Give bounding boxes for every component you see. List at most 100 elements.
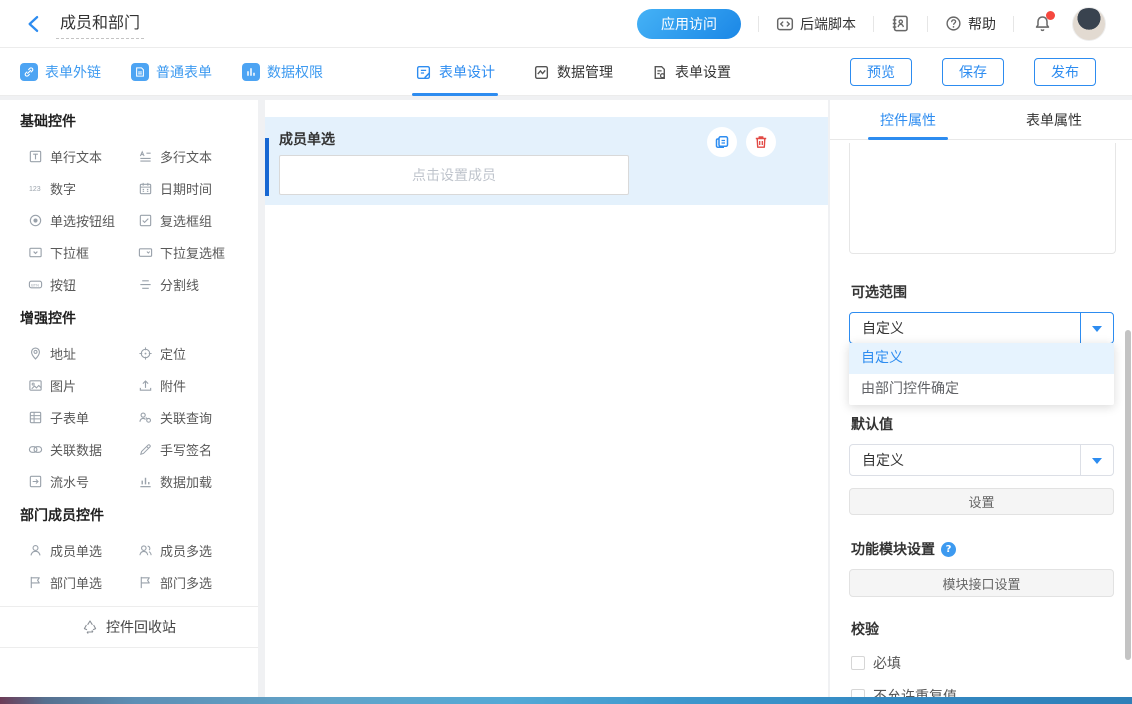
dropdown-option-custom[interactable]: 自定义 [849,343,1114,374]
control-datetime[interactable]: 日期时间 [138,172,258,204]
tab-label: 数据管理 [557,62,613,82]
control-button[interactable]: 按钮 [28,268,138,300]
control-recycle-bin[interactable]: 控件回收站 [0,606,258,648]
control-divider[interactable]: 分割线 [138,268,258,300]
control-dept-single-select[interactable]: 部门单选 [28,566,138,598]
copy-field-button[interactable] [707,127,737,157]
control-label: 流水号 [50,472,89,491]
back-icon[interactable] [24,14,44,34]
tab-form-settings[interactable]: 表单设置 [651,48,731,96]
chevron-down-icon [1092,326,1102,337]
radio-icon [28,213,43,228]
image-icon [28,378,43,393]
control-label: 关联查询 [160,408,212,427]
form-type-tabs: 表单外链 普通表单 数据权限 [20,48,323,96]
subform-icon [28,410,43,425]
preview-button[interactable]: 预览 [850,58,912,86]
backend-script-button[interactable]: 后端脚本 [776,14,856,34]
field-label: 成员单选 [279,129,335,149]
avatar[interactable] [1072,7,1106,41]
tab-label: 表单外链 [45,62,101,82]
page-title[interactable]: 成员和部门 [56,9,144,39]
default-value-label: 默认值 [851,414,1132,434]
form-canvas: 成员单选 点击设置成员 [265,100,828,697]
control-label: 附件 [160,376,186,395]
designer-tabs: 表单设计 数据管理 表单设置 [415,48,731,96]
module-settings-text: 功能模块设置 [851,539,935,559]
required-label: 必填 [873,653,901,673]
required-checkbox[interactable] [851,656,865,670]
address-book-button[interactable] [891,14,910,33]
tab-form-design[interactable]: 表单设计 [415,48,495,96]
data-loading-icon [138,474,153,489]
tab-control-properties[interactable]: 控件属性 [868,100,948,139]
top-bar: 成员和部门 应用访问 后端脚本 帮助 [0,0,1132,48]
control-dept-multi-select[interactable]: 部门多选 [138,566,258,598]
control-linked-data[interactable]: 关联数据 [28,433,138,465]
panel-scrollbar[interactable] [1125,330,1131,660]
question-mark-icon[interactable]: ? [941,542,956,557]
selection-accent-bar [265,138,269,196]
backend-script-label: 后端脚本 [800,14,856,34]
control-data-loading[interactable]: 数据加载 [138,465,258,497]
notifications-button[interactable] [1033,14,1052,33]
control-radio-group[interactable]: 单选按钮组 [28,204,138,236]
control-attachment[interactable]: 附件 [138,369,258,401]
control-signature[interactable]: 手写签名 [138,433,258,465]
calendar-icon [138,181,153,196]
optional-range-value: 自定义 [850,313,1080,343]
control-label: 日期时间 [160,179,212,198]
tab-data-permission[interactable]: 数据权限 [242,62,323,82]
tab-form-properties[interactable]: 表单属性 [1014,100,1094,139]
department-flag-icon [28,575,43,590]
tab-data-management[interactable]: 数据管理 [533,48,613,96]
tab-label: 表单设计 [439,62,495,82]
control-multi-line-text[interactable]: 多行文本 [138,140,258,172]
control-label: 成员单选 [50,541,102,560]
member-picker-input[interactable]: 点击设置成员 [279,155,629,195]
default-value-select[interactable]: 自定义 [849,444,1114,476]
control-multi-select[interactable]: 下拉复选框 [138,236,258,268]
tab-normal-form[interactable]: 普通表单 [131,62,212,82]
control-linked-query[interactable]: 关联查询 [138,401,258,433]
save-button[interactable]: 保存 [942,58,1004,86]
control-label: 手写签名 [160,440,212,459]
control-image[interactable]: 图片 [28,369,138,401]
control-address[interactable]: 地址 [28,337,138,369]
properties-tabs: 控件属性 表单属性 [830,100,1132,140]
optional-range-select[interactable]: 自定义 [849,312,1114,344]
department-flag-icon [138,575,153,590]
module-interface-button[interactable]: 模块接口设置 [849,569,1114,597]
set-button[interactable]: 设置 [849,488,1114,515]
control-label: 部门单选 [50,573,102,592]
control-serial-number[interactable]: 流水号 [28,465,138,497]
dropdown-option-by-dept-control[interactable]: 由部门控件确定 [849,374,1114,405]
control-member-multi-select[interactable]: 成员多选 [138,534,258,566]
publish-button[interactable]: 发布 [1034,58,1096,86]
control-label: 数字 [50,179,76,198]
control-number[interactable]: 数字 [28,172,138,204]
copy-icon [714,134,730,150]
control-single-line-text[interactable]: 单行文本 [28,140,138,172]
tab-form-external-link[interactable]: 表单外链 [20,62,101,82]
divider [873,16,874,32]
checkbox-icon [138,213,153,228]
control-member-single-select[interactable]: 成员单选 [28,534,138,566]
select-arrow-zone[interactable] [1080,313,1113,343]
control-checkbox-group[interactable]: 复选框组 [138,204,258,236]
serial-number-icon [28,474,43,489]
module-settings-label: 功能模块设置 ? [851,539,1132,559]
control-subform[interactable]: 子表单 [28,401,138,433]
select-arrow-zone[interactable] [1080,445,1113,475]
delete-field-button[interactable] [746,127,776,157]
control-positioning[interactable]: 定位 [138,337,258,369]
app-access-button[interactable]: 应用访问 [637,9,741,39]
control-select[interactable]: 下拉框 [28,236,138,268]
section-title-dept-member-controls: 部门成员控件 [20,506,258,526]
toolbar: 表单外链 普通表单 数据权限 表单设计 数据管理 表单设置 预览 保存 发布 [0,48,1132,96]
control-label: 复选框组 [160,211,212,230]
divider [1013,16,1014,32]
recycle-icon [82,619,98,635]
help-button[interactable]: 帮助 [945,14,996,34]
selected-field-card[interactable]: 成员单选 点击设置成员 [265,117,828,205]
